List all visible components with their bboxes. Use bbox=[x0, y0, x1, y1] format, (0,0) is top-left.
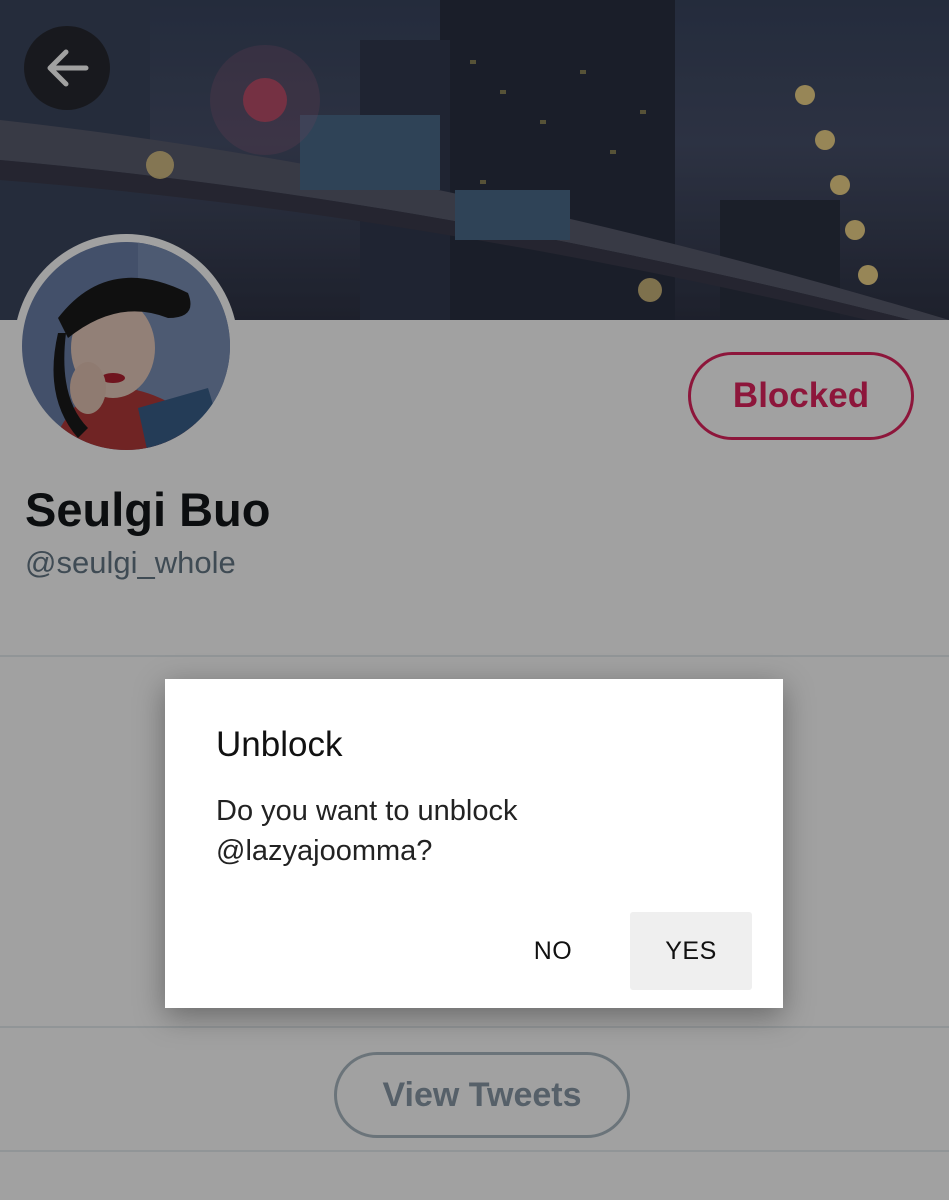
dialog-title: Unblock bbox=[216, 725, 343, 764]
no-button[interactable]: NO bbox=[505, 912, 601, 990]
modal-scrim[interactable] bbox=[0, 0, 949, 1200]
dialog-message: Do you want to unblock @lazyajoomma? bbox=[216, 795, 518, 867]
yes-button-label: YES bbox=[665, 936, 717, 965]
yes-button[interactable]: YES bbox=[630, 912, 752, 990]
no-button-label: NO bbox=[533, 936, 573, 965]
unblock-dialog: Unblock Do you want to unblock @lazyajoo… bbox=[165, 679, 783, 1008]
